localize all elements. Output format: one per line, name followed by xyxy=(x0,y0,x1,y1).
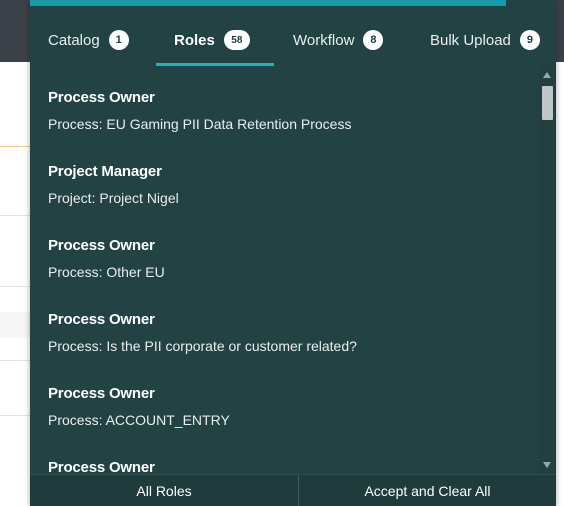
role-title: Project Manager xyxy=(48,163,162,180)
role-title: Process Owner xyxy=(48,385,155,402)
accept-and-clear-all-button[interactable]: Accept and Clear All xyxy=(299,475,556,506)
list-item[interactable]: Process Owner Process: Is the PII corpor… xyxy=(48,310,357,356)
background-divider xyxy=(0,146,30,147)
role-title: Process Owner xyxy=(48,237,155,254)
background-divider xyxy=(0,215,30,216)
tab-catalog-count-badge: 1 xyxy=(108,30,129,50)
panel-footer: All Roles Accept and Clear All xyxy=(30,474,556,506)
tab-roles[interactable]: Roles 58 xyxy=(174,16,250,64)
panel-accent-bar xyxy=(30,0,506,6)
list-item[interactable]: Process Owner Process: ACCOUNT_ENTRY xyxy=(48,384,230,430)
list-item[interactable]: Process Owner Process: EU Gaming PII Dat… xyxy=(48,88,351,134)
background-header xyxy=(556,0,564,62)
tab-bulk-upload-count-badge: 9 xyxy=(519,30,540,50)
role-subtitle: Process: ACCOUNT_ENTRY xyxy=(48,412,230,428)
scroll-up-arrow-icon[interactable] xyxy=(543,72,551,78)
background-left-strip xyxy=(0,0,30,505)
list-item[interactable]: Process Owner Process: Other EU xyxy=(48,236,165,282)
role-subtitle: Process: EU Gaming PII Data Retention Pr… xyxy=(48,116,352,132)
role-subtitle: Project: Project Nigel xyxy=(48,190,179,206)
list-scrollbar[interactable] xyxy=(539,66,556,474)
background-header xyxy=(0,0,30,62)
background-divider xyxy=(0,360,30,361)
roles-dropdown-panel: Catalog 1 Roles 58 Workflow 8 Bulk Uploa… xyxy=(30,0,556,506)
tab-workflow[interactable]: Workflow 8 xyxy=(293,16,384,64)
all-roles-button[interactable]: All Roles xyxy=(30,475,299,506)
role-subtitle: Process: Other EU xyxy=(48,264,165,280)
scrollbar-thumb[interactable] xyxy=(542,86,553,120)
tab-roles-count-badge: 58 xyxy=(223,30,250,50)
scroll-down-arrow-icon[interactable] xyxy=(543,462,551,468)
tab-workflow-count-badge: 8 xyxy=(363,30,384,50)
tab-bar: Catalog 1 Roles 58 Workflow 8 Bulk Uploa… xyxy=(30,16,556,66)
tab-bulk-upload-label: Bulk Upload xyxy=(430,31,511,49)
active-tab-indicator xyxy=(156,63,274,66)
roles-list: Process Owner Process: EU Gaming PII Dat… xyxy=(30,74,536,474)
tab-catalog-label: Catalog xyxy=(48,31,100,49)
role-title: Process Owner xyxy=(48,89,155,106)
role-title: Process Owner xyxy=(48,311,155,328)
background-divider xyxy=(0,286,30,287)
list-item[interactable]: Project Manager Project: Project Nigel xyxy=(48,162,179,208)
background-right-strip xyxy=(556,0,564,505)
tab-bulk-upload[interactable]: Bulk Upload 9 xyxy=(430,16,540,64)
role-title: Process Owner xyxy=(48,459,155,474)
background-divider xyxy=(0,415,30,416)
list-item[interactable]: Process Owner xyxy=(48,458,155,474)
background-row xyxy=(0,312,30,338)
tab-catalog[interactable]: Catalog 1 xyxy=(48,16,129,64)
tab-roles-label: Roles xyxy=(174,31,215,49)
tab-workflow-label: Workflow xyxy=(293,31,355,49)
role-subtitle: Process: Is the PII corporate or custome… xyxy=(48,338,357,354)
